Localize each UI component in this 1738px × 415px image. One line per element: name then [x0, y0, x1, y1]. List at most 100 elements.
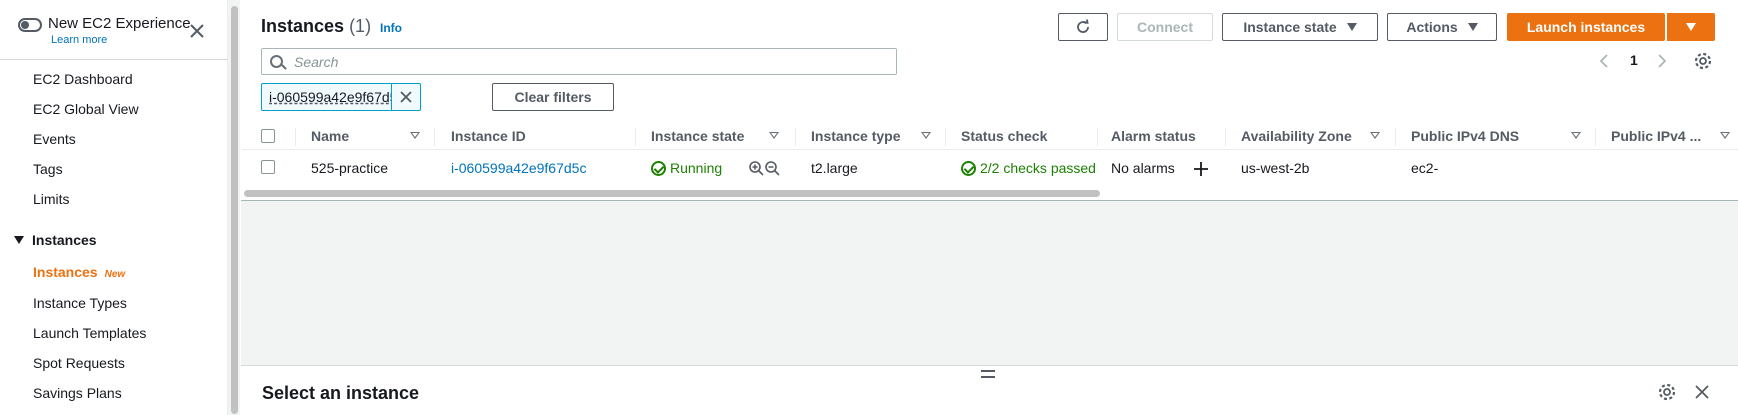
sort-icon[interactable]	[921, 132, 931, 139]
divider	[0, 59, 228, 60]
filter-token[interactable]: i-060599a42e9f67d5c	[261, 83, 421, 111]
nav-instances[interactable]: Instances New	[33, 263, 125, 284]
nav-group-label: Instances	[32, 232, 97, 248]
actions-label: Actions	[1406, 19, 1458, 35]
new-experience-toggle-row[interactable]: New EC2 Experience Learn more	[18, 14, 191, 47]
connect-button[interactable]: Connect	[1117, 13, 1213, 41]
instance-count: (1)	[349, 16, 372, 36]
nav-ec2-global-view[interactable]: EC2 Global View	[33, 100, 139, 118]
caret-down-icon	[1346, 23, 1357, 31]
column-header-availability-zone[interactable]: Availability Zone	[1241, 128, 1352, 144]
chevron-left-icon[interactable]	[1598, 53, 1610, 69]
search-icon	[270, 55, 283, 68]
experience-title: New EC2 Experience	[48, 15, 191, 32]
column-separator[interactable]	[1097, 128, 1098, 146]
cell-instance-type: t2.large	[811, 160, 858, 176]
instance-state-label: Instance state	[1243, 19, 1337, 35]
page-title: Instances (1)	[261, 16, 371, 37]
column-header-name[interactable]: Name	[311, 128, 349, 144]
cell-instance-id-link[interactable]: i-060599a42e9f67d5c	[451, 160, 586, 176]
column-separator[interactable]	[1395, 128, 1396, 146]
page-number[interactable]: 1	[1630, 52, 1638, 68]
column-separator[interactable]	[434, 128, 435, 146]
column-separator[interactable]	[795, 128, 796, 146]
close-icon	[400, 91, 412, 103]
sort-icon[interactable]	[1571, 132, 1581, 139]
instance-state-button[interactable]: Instance state	[1222, 13, 1378, 41]
column-separator[interactable]	[1595, 128, 1596, 146]
search-input[interactable]: Search	[261, 48, 897, 75]
search-placeholder: Search	[294, 54, 339, 70]
status-check-text: 2/2 checks passed	[980, 160, 1096, 176]
select-all-checkbox[interactable]	[261, 129, 275, 143]
nav-tags[interactable]: Tags	[33, 160, 63, 178]
clear-filters-button[interactable]: Clear filters	[492, 83, 614, 111]
table-header: Name Instance ID Instance state Instance…	[242, 124, 1738, 150]
filter-token-text: i-060599a42e9f67d5c	[262, 84, 392, 110]
launch-dropdown-button[interactable]	[1666, 13, 1715, 41]
caret-down-icon	[14, 236, 24, 244]
column-header-instance-state[interactable]: Instance state	[651, 128, 744, 144]
sort-icon[interactable]	[1370, 132, 1380, 139]
gear-icon[interactable]	[1693, 51, 1713, 71]
row-checkbox[interactable]	[261, 160, 275, 174]
check-circle-icon	[651, 161, 666, 176]
nav-savings-plans[interactable]: Savings Plans	[33, 384, 122, 402]
gear-icon[interactable]	[1657, 382, 1677, 402]
column-header-status-check[interactable]: Status check	[961, 128, 1047, 144]
sidebar: New EC2 Experience Learn more EC2 Dashbo…	[0, 0, 228, 415]
sort-icon[interactable]	[410, 132, 420, 139]
remove-filter-button[interactable]	[392, 84, 420, 110]
cell-name: 525-practice	[311, 160, 389, 176]
instance-state-text: Running	[670, 160, 723, 176]
column-separator[interactable]	[635, 128, 636, 146]
divider	[241, 200, 1738, 201]
cell-availability-zone: us-west-2b	[1241, 160, 1310, 176]
nav-ec2-dashboard[interactable]: EC2 Dashboard	[33, 70, 133, 88]
column-header-alarm-status[interactable]: Alarm status	[1111, 128, 1196, 144]
cell-instance-state: Running	[651, 160, 722, 176]
column-header-instance-type[interactable]: Instance type	[811, 128, 900, 144]
zoom-in-icon[interactable]	[748, 160, 764, 176]
launch-instances-button[interactable]: Launch instances	[1507, 13, 1665, 41]
column-separator[interactable]	[1225, 128, 1226, 146]
zoom-out-icon[interactable]	[764, 160, 780, 176]
cell-alarm-status: No alarms	[1111, 160, 1175, 176]
caret-down-icon	[1685, 23, 1696, 31]
nav-group-instances[interactable]: Instances	[14, 232, 97, 248]
close-icon[interactable]	[188, 22, 206, 40]
sort-icon[interactable]	[769, 132, 779, 139]
sort-icon[interactable]	[1720, 132, 1730, 139]
close-icon[interactable]	[1694, 384, 1710, 400]
actions-button[interactable]: Actions	[1387, 13, 1497, 41]
column-separator[interactable]	[945, 128, 946, 146]
nav-instances-label: Instances	[33, 264, 98, 280]
column-header-public-ipv4-dns[interactable]: Public IPv4 DNS	[1411, 128, 1519, 144]
page-title-text: Instances	[261, 16, 345, 36]
sidebar-scrollbar-thumb[interactable]	[231, 6, 238, 414]
resize-handle[interactable]	[981, 370, 995, 378]
nav-launch-templates[interactable]: Launch Templates	[33, 324, 146, 342]
cell-status-check: 2/2 checks passed	[961, 160, 1096, 176]
refresh-button[interactable]	[1058, 13, 1108, 41]
learn-more-link[interactable]: Learn more	[51, 34, 191, 47]
nav-spot-requests[interactable]: Spot Requests	[33, 354, 125, 372]
refresh-icon	[1077, 19, 1089, 33]
check-circle-icon	[961, 161, 976, 176]
details-title: Select an instance	[262, 383, 420, 403]
add-alarm-icon[interactable]	[1193, 161, 1209, 177]
new-badge: New	[104, 269, 126, 280]
column-separator[interactable]	[295, 128, 296, 146]
nav-limits[interactable]: Limits	[33, 190, 70, 208]
info-link[interactable]: Info	[380, 21, 402, 35]
table-scrollbar-thumb[interactable]	[244, 190, 1100, 197]
column-header-public-ipv4[interactable]: Public IPv4 ...	[1611, 128, 1701, 144]
chevron-right-icon[interactable]	[1656, 53, 1668, 69]
toggle-icon[interactable]	[18, 18, 42, 32]
nav-events[interactable]: Events	[33, 130, 76, 148]
table-row[interactable]: 525-practice i-060599a42e9f67d5c Running…	[242, 155, 1738, 181]
nav-instance-types[interactable]: Instance Types	[33, 294, 127, 312]
caret-down-icon	[1467, 23, 1478, 31]
cell-public-ipv4-dns: ec2-	[1411, 160, 1439, 176]
column-header-instance-id[interactable]: Instance ID	[451, 128, 526, 144]
